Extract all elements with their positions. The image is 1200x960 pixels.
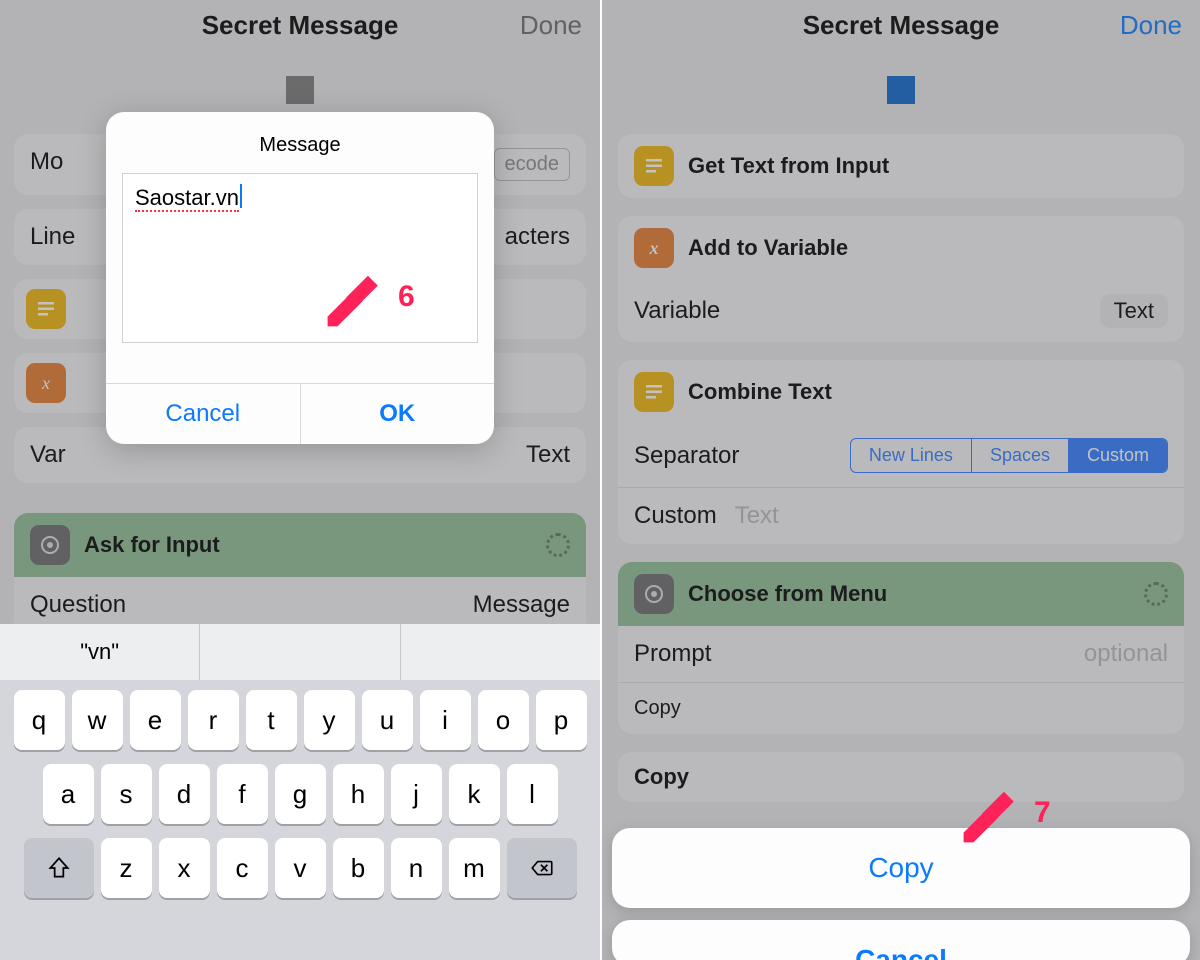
done-button[interactable]: Done	[1120, 10, 1182, 41]
seg-custom[interactable]: Custom	[1069, 439, 1167, 472]
loading-icon	[546, 533, 570, 557]
key-w[interactable]: w	[72, 690, 123, 750]
key-b[interactable]: b	[333, 838, 384, 898]
seg-spaces[interactable]: Spaces	[972, 439, 1069, 472]
backspace-key[interactable]	[507, 838, 577, 898]
key-e[interactable]: e	[130, 690, 181, 750]
key-m[interactable]: m	[449, 838, 500, 898]
variable-x-icon: x	[26, 363, 66, 403]
suggestion-1[interactable]: "vn"	[0, 624, 200, 680]
keyboard[interactable]: "vn" q w e r t y u i o p a s d f g	[0, 624, 600, 960]
key-r[interactable]: r	[188, 690, 239, 750]
suggestion-bar[interactable]: "vn"	[0, 624, 600, 680]
key-p[interactable]: p	[536, 690, 587, 750]
suggestion-3[interactable]	[401, 624, 600, 680]
key-k[interactable]: k	[449, 764, 500, 824]
text-lines-icon	[634, 372, 674, 412]
prompt-row[interactable]: Prompt optional	[618, 626, 1184, 682]
loading-icon	[1144, 582, 1168, 606]
key-h[interactable]: h	[333, 764, 384, 824]
text-caret	[240, 184, 242, 208]
annotation-7: 7	[958, 778, 1051, 848]
svg-text:x: x	[649, 238, 659, 258]
separator-row: Separator New Lines Spaces Custom	[618, 424, 1184, 487]
key-g[interactable]: g	[275, 764, 326, 824]
key-v[interactable]: v	[275, 838, 326, 898]
copy-card: Copy	[618, 752, 1184, 802]
separator-segmented[interactable]: New Lines Spaces Custom	[850, 438, 1168, 473]
custom-row[interactable]: Custom Text	[618, 487, 1184, 544]
key-j[interactable]: j	[391, 764, 442, 824]
suggestion-2[interactable]	[200, 624, 400, 680]
key-f[interactable]: f	[217, 764, 268, 824]
annotation-6: 6	[322, 262, 415, 332]
page-title: Secret Message	[202, 10, 399, 41]
combine-text-card: Combine Text Separator New Lines Spaces …	[618, 360, 1184, 544]
modal-title: Message	[106, 112, 494, 173]
key-t[interactable]: t	[246, 690, 297, 750]
gear-icon	[30, 525, 70, 565]
ask-input-card: Ask for Input Question Message	[14, 513, 586, 633]
shift-key[interactable]	[24, 838, 94, 898]
right-screenshot: Secret Message Done Get Text from Input …	[600, 0, 1200, 960]
variable-row[interactable]: Variable Text	[618, 280, 1184, 342]
key-a[interactable]: a	[43, 764, 94, 824]
left-screenshot: Secret Message Done Mo ecode Line acters…	[0, 0, 600, 960]
choose-menu-header[interactable]: Choose from Menu	[618, 562, 1184, 626]
action-sheet: Copy Cancel	[612, 828, 1190, 960]
text-lines-icon	[26, 289, 66, 329]
key-q[interactable]: q	[14, 690, 65, 750]
key-c[interactable]: c	[217, 838, 268, 898]
key-n[interactable]: n	[391, 838, 442, 898]
key-u[interactable]: u	[362, 690, 413, 750]
key-i[interactable]: i	[420, 690, 471, 750]
navbar: Secret Message Done	[602, 0, 1200, 50]
choose-menu-card: Choose from Menu Prompt optional Copy	[618, 562, 1184, 734]
key-d[interactable]: d	[159, 764, 210, 824]
variable-pill[interactable]: Text	[1100, 294, 1168, 328]
message-modal: Message Saostar.vn Cancel OK	[106, 112, 494, 444]
page-title: Secret Message	[803, 10, 1000, 41]
key-row-2: a s d f g h j k l	[6, 764, 594, 824]
done-button[interactable]: Done	[520, 10, 582, 41]
key-s[interactable]: s	[101, 764, 152, 824]
seg-newlines[interactable]: New Lines	[851, 439, 972, 472]
get-text-header[interactable]: Get Text from Input	[618, 134, 1184, 198]
key-row-1: q w e r t y u i o p	[6, 690, 594, 750]
navbar: Secret Message Done	[0, 0, 600, 50]
gear-icon	[634, 574, 674, 614]
custom-placeholder: Text	[735, 502, 779, 530]
key-z[interactable]: z	[101, 838, 152, 898]
add-variable-header[interactable]: x Add to Variable	[618, 216, 1184, 280]
key-l[interactable]: l	[507, 764, 558, 824]
combine-text-header[interactable]: Combine Text	[618, 360, 1184, 424]
cancel-button[interactable]: Cancel	[106, 384, 301, 444]
ask-input-header: Ask for Input	[14, 513, 586, 577]
variable-x-icon: x	[634, 228, 674, 268]
menu-item-copy[interactable]: Copy	[618, 682, 1184, 734]
key-x[interactable]: x	[159, 838, 210, 898]
sheet-cancel-button[interactable]: Cancel	[612, 920, 1190, 960]
key-y[interactable]: y	[304, 690, 355, 750]
copy-header[interactable]: Copy	[618, 752, 1184, 802]
app-indicator-icon	[286, 76, 314, 104]
modal-textarea[interactable]: Saostar.vn	[122, 173, 478, 343]
get-text-card: Get Text from Input	[618, 134, 1184, 198]
text-lines-icon	[634, 146, 674, 186]
app-indicator-icon	[887, 76, 915, 104]
key-o[interactable]: o	[478, 690, 529, 750]
svg-text:x: x	[41, 373, 50, 393]
sheet-copy-button[interactable]: Copy	[612, 828, 1190, 908]
key-row-3: z x c v b n m	[6, 838, 594, 898]
ok-button[interactable]: OK	[301, 384, 495, 444]
add-variable-card: x Add to Variable Variable Text	[618, 216, 1184, 342]
